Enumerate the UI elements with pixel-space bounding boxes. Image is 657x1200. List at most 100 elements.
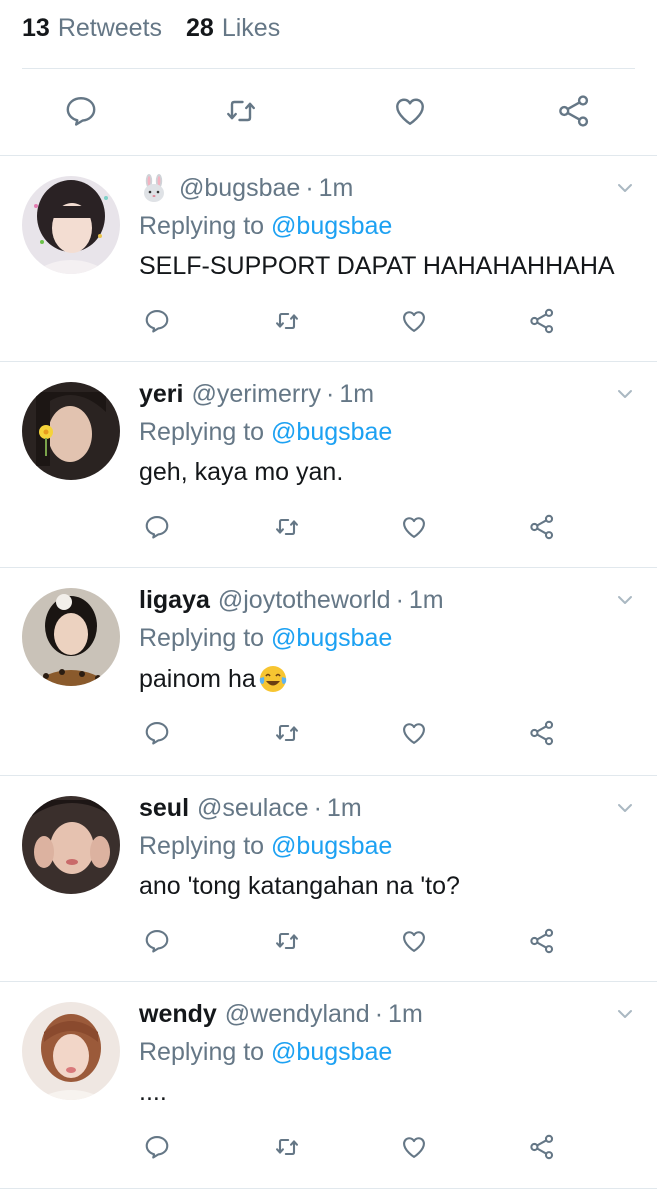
avatar[interactable] [22, 1002, 120, 1100]
retweet-button[interactable] [218, 88, 264, 134]
reply-divider [0, 1188, 657, 1189]
share-button[interactable] [525, 510, 559, 544]
reply-time[interactable]: 1m [319, 174, 354, 203]
like-button[interactable] [387, 88, 433, 134]
reply-handle[interactable]: @wendyland [225, 1000, 370, 1029]
reply-actions [0, 1130, 657, 1164]
reply-button[interactable] [58, 88, 104, 134]
replying-mention[interactable]: @bugsbae [271, 624, 392, 652]
stats-divider [22, 68, 635, 69]
reply-text: SELF-SUPPORT DAPAT HAHAHAHHAHA [139, 252, 615, 281]
reply-time[interactable]: 1m [388, 1000, 423, 1029]
reply-name[interactable]: wendy [139, 1000, 217, 1029]
reply-time[interactable]: 1m [409, 586, 444, 615]
reply-name[interactable]: ligaya [139, 586, 210, 615]
retweet-icon [227, 100, 255, 122]
reply-tweet[interactable]: seul @seulace · 1m Replying to @bugsbae … [0, 776, 657, 982]
reply-time[interactable]: 1m [339, 380, 374, 409]
reply-handle[interactable]: @joytotheworld [218, 586, 391, 615]
reply-tweet[interactable]: wendy @wendyland · 1m Replying to @bugsb… [0, 982, 657, 1188]
replying-mention[interactable]: @bugsbae [271, 212, 392, 240]
avatar[interactable] [22, 588, 120, 686]
reply-header: @bugsbae · 1m [139, 172, 353, 204]
retweet-icon [276, 1138, 298, 1156]
reply-handle[interactable]: @seulace [197, 794, 309, 823]
reply-text: ano 'tong katangahan na 'to? [139, 872, 460, 901]
like-button[interactable] [397, 304, 431, 338]
reply-name[interactable]: seul [139, 794, 189, 823]
reply-button[interactable] [140, 510, 174, 544]
like-button[interactable] [397, 1130, 431, 1164]
avatar[interactable] [22, 796, 120, 894]
reply-button[interactable] [140, 716, 174, 750]
reply-tweet[interactable]: ligaya @joytotheworld · 1m Replying to @… [0, 568, 657, 774]
chevron-down-icon[interactable] [615, 178, 635, 198]
likes-label: Likes [221, 13, 281, 42]
replying-prefix: Replying to [139, 624, 265, 652]
reply-text-content: geh, kaya mo yan. [139, 458, 344, 486]
avatar[interactable] [22, 176, 120, 274]
replying-to: Replying to @bugsbae [139, 832, 392, 861]
reply-tweet[interactable]: yeri @yerimerry · 1m Replying to @bugsba… [0, 362, 657, 568]
heart-icon [396, 98, 424, 125]
share-button[interactable] [525, 1130, 559, 1164]
chevron-down-icon[interactable] [615, 384, 635, 404]
share-button[interactable] [525, 924, 559, 958]
separator-dot: · [313, 793, 322, 822]
share-button[interactable] [551, 88, 597, 134]
reply-button[interactable] [140, 304, 174, 338]
retweets-label: Retweets [57, 13, 163, 42]
reply-button[interactable] [140, 924, 174, 958]
share-button[interactable] [525, 716, 559, 750]
retweet-icon [276, 932, 298, 950]
retweet-icon [276, 312, 298, 330]
reply-name[interactable]: yeri [139, 380, 183, 409]
reply-tweet[interactable]: @bugsbae · 1m Replying to @bugsbae SELF-… [0, 156, 657, 362]
separator-dot: · [395, 585, 404, 614]
separator-dot: · [374, 999, 384, 1028]
reply-icon [145, 310, 169, 333]
share-icon [530, 1134, 554, 1160]
retweet-button[interactable] [270, 510, 304, 544]
reply-actions [0, 510, 657, 544]
share-icon [530, 308, 554, 334]
heart-icon [403, 723, 425, 744]
replying-mention[interactable]: @bugsbae [271, 1038, 392, 1066]
replying-to: Replying to @bugsbae [139, 212, 392, 241]
retweet-button[interactable] [270, 304, 304, 338]
reply-header: wendy @wendyland · 1m [139, 998, 423, 1030]
avatar[interactable] [22, 382, 120, 480]
chevron-down-icon[interactable] [615, 590, 635, 610]
reply-icon [145, 722, 169, 745]
rabbit-emoji [139, 173, 169, 203]
reply-text-content: ano 'tong katangahan na 'to? [139, 872, 460, 900]
avatar-image [22, 176, 120, 274]
replying-prefix: Replying to [139, 212, 265, 240]
like-button[interactable] [397, 510, 431, 544]
like-button[interactable] [397, 716, 431, 750]
reply-time[interactable]: 1m [327, 794, 362, 823]
replying-mention[interactable]: @bugsbae [271, 418, 392, 446]
like-button[interactable] [397, 924, 431, 958]
likes-stat[interactable]: 28 Likes [186, 14, 280, 43]
replying-to: Replying to @bugsbae [139, 418, 392, 447]
avatar-image [22, 588, 120, 686]
retweet-button[interactable] [270, 716, 304, 750]
chevron-down-icon[interactable] [615, 798, 635, 818]
replying-mention[interactable]: @bugsbae [271, 832, 392, 860]
main-tweet-actions [0, 88, 657, 134]
retweet-button[interactable] [270, 1130, 304, 1164]
reply-actions [0, 924, 657, 958]
heart-icon [403, 931, 425, 952]
chevron-down-icon[interactable] [615, 1004, 635, 1024]
retweets-stat[interactable]: 13 Retweets [22, 14, 162, 43]
reply-handle[interactable]: @bugsbae [179, 174, 300, 203]
retweet-icon [276, 518, 298, 536]
reply-button[interactable] [140, 1130, 174, 1164]
reply-handle[interactable]: @yerimerry [191, 380, 321, 409]
share-button[interactable] [525, 304, 559, 338]
reply-actions [0, 716, 657, 750]
retweet-button[interactable] [270, 924, 304, 958]
reply-text-content: SELF-SUPPORT DAPAT HAHAHAHHAHA [139, 252, 615, 280]
replying-to: Replying to @bugsbae [139, 1038, 392, 1067]
